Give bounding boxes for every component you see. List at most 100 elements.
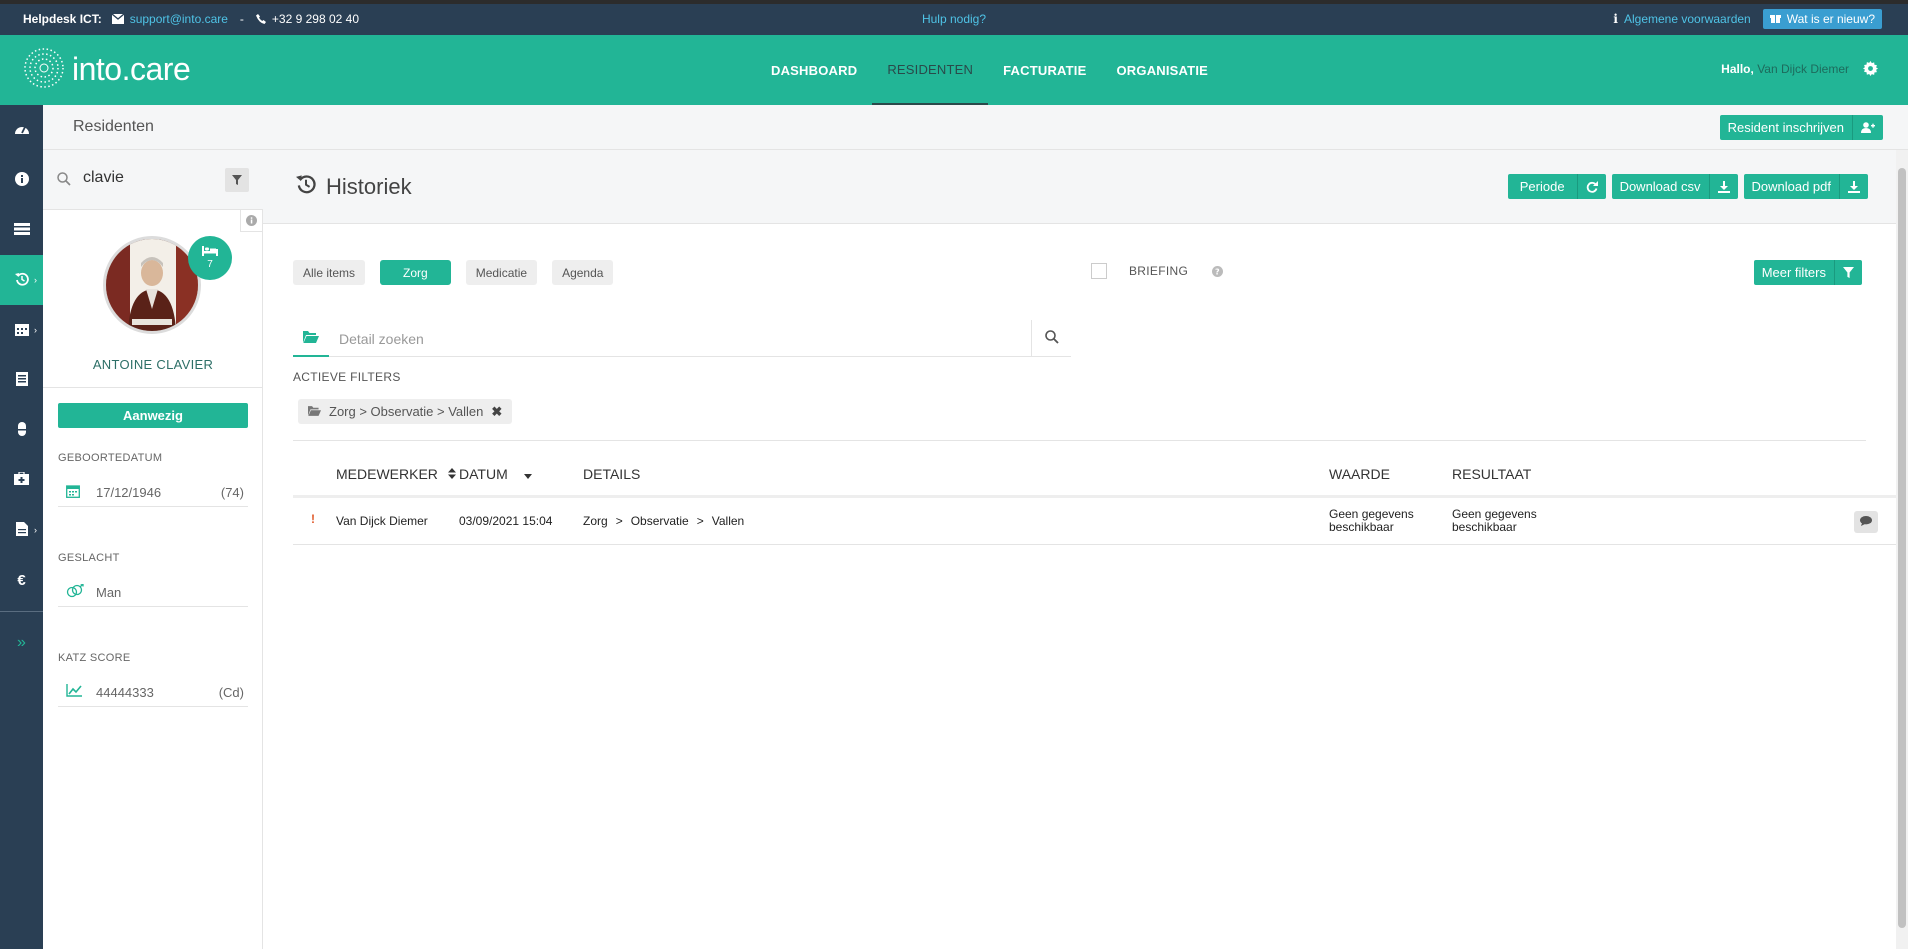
nav-residenten[interactable]: RESIDENTEN xyxy=(872,35,989,105)
close-icon[interactable]: ✖ xyxy=(491,404,502,420)
help-link[interactable]: Hulp nodig? xyxy=(922,12,986,26)
briefing-label: BRIEFING xyxy=(1129,264,1189,278)
username: Van Dijck Diemer xyxy=(1757,61,1849,76)
first-aid-icon xyxy=(14,471,29,488)
chip-medicatie[interactable]: Medicatie xyxy=(465,260,538,285)
download-icon xyxy=(1839,174,1868,199)
comment-button[interactable] xyxy=(1854,511,1878,533)
status-present-button[interactable]: Aanwezig xyxy=(58,403,248,428)
row-details: Zorg > Observatie > Vallen xyxy=(583,514,744,528)
svg-text:?: ? xyxy=(1215,267,1220,276)
info-icon xyxy=(246,213,257,229)
info-icon: i xyxy=(1613,12,1618,26)
filter-icon xyxy=(232,172,242,188)
detail-path-2: Observatie xyxy=(630,514,689,528)
help-icon[interactable]: ? xyxy=(1212,265,1224,277)
chevron-right-icon: › xyxy=(34,325,37,335)
rail-list[interactable] xyxy=(0,205,43,255)
warning-flag: ! xyxy=(311,512,315,526)
support-email-link[interactable]: support@into.care xyxy=(130,12,228,26)
period-button[interactable]: Periode xyxy=(1507,174,1606,199)
main-header: into.care DASHBOARD RESIDENTEN FACTURATI… xyxy=(0,35,1908,105)
col-date[interactable]: DATUM xyxy=(459,466,532,482)
terms-link[interactable]: Algemene voorwaarden xyxy=(1624,12,1751,26)
dashboard-icon xyxy=(14,122,30,139)
pill-icon xyxy=(17,421,26,439)
active-filter-text: Zorg > Observatie > Vallen xyxy=(329,404,484,419)
birthdate-label: GEBOORTEDATUM xyxy=(58,452,163,464)
filter-icon xyxy=(1834,260,1862,285)
helpdesk-bar: Helpdesk ICT: support@into.care - +32 9 … xyxy=(0,4,1908,35)
helpbar-right: i Algemene voorwaarden Wat is er nieuw? xyxy=(1613,9,1882,29)
detail-path-3: Vallen xyxy=(711,514,745,528)
table-divider xyxy=(293,440,1866,441)
rail-info[interactable] xyxy=(0,155,43,205)
sort-desc-icon xyxy=(523,466,532,482)
detail-path-1: Zorg xyxy=(583,514,608,528)
col-employee[interactable]: MEDEWERKER xyxy=(336,466,456,482)
user-menu: Hallo, Van Dijck Diemer xyxy=(1721,61,1878,76)
folder-button[interactable] xyxy=(293,320,329,357)
rail-medication[interactable] xyxy=(0,405,43,455)
resident-name: ANTOINE CLAVIER xyxy=(92,357,214,372)
row-value-line2: beschikbaar xyxy=(1329,520,1394,534)
detail-path-sep: > xyxy=(615,514,623,528)
row-result-line2: beschikbaar xyxy=(1452,520,1517,534)
rail-history[interactable]: › xyxy=(0,255,43,305)
phone-number: +32 9 298 02 40 xyxy=(271,12,360,26)
chip-alle-items[interactable]: Alle items xyxy=(293,260,366,285)
table-row[interactable]: ! Van Dijck Diemer 03/09/2021 15:04 Zorg… xyxy=(293,500,1908,545)
resident-search[interactable]: clavie xyxy=(43,150,263,210)
helpdesk-label: Helpdesk ICT: xyxy=(23,12,102,26)
gender-value: Man xyxy=(96,585,122,600)
scrollbar-thumb[interactable] xyxy=(1898,168,1906,928)
vertical-scrollbar[interactable] xyxy=(1896,150,1908,949)
resident-search-input[interactable]: clavie xyxy=(83,169,124,187)
enroll-resident-button[interactable]: Resident inschrijven xyxy=(1719,115,1883,140)
whats-new-button[interactable]: Wat is er nieuw? xyxy=(1762,9,1882,29)
download-csv-button[interactable]: Download csv xyxy=(1611,174,1738,199)
col-employee-label: MEDEWERKER xyxy=(336,466,438,482)
detail-search-button[interactable] xyxy=(1031,320,1071,357)
rail-expand[interactable]: » xyxy=(0,618,43,668)
greeting-label: Hallo, xyxy=(1721,61,1754,76)
bed-number: 7 xyxy=(207,259,213,270)
enroll-label: Resident inschrijven xyxy=(1727,120,1844,135)
nav-facturatie[interactable]: FACTURATIE xyxy=(988,35,1101,105)
filter-button[interactable] xyxy=(225,168,249,192)
comment-icon xyxy=(1860,515,1872,529)
chip-agenda[interactable]: Agenda xyxy=(552,260,614,285)
rail-first-aid[interactable] xyxy=(0,455,43,505)
row-value: Geen gegevens beschikbaar xyxy=(1329,508,1414,534)
briefing-checkbox[interactable] xyxy=(1091,263,1107,279)
history-content: Historiek Periode Download csv Download … xyxy=(263,150,1908,949)
page-titlebar: Residenten Resident inschrijven xyxy=(43,105,1908,150)
nav-dashboard[interactable]: DASHBOARD xyxy=(756,35,872,105)
resident-panel: clavie 7 ANTOINE CLAVIER Aanwezig GEBOOR… xyxy=(43,150,263,949)
gear-icon[interactable] xyxy=(1863,61,1878,76)
user-greeting[interactable]: Hallo, Van Dijck Diemer xyxy=(1721,62,1849,76)
download-pdf-button[interactable]: Download pdf xyxy=(1743,174,1868,199)
whats-new-label: Wat is er nieuw? xyxy=(1786,12,1875,26)
page-title: Residenten xyxy=(73,118,154,135)
rail-file[interactable]: › xyxy=(0,505,43,555)
calendar-icon xyxy=(66,484,80,501)
rail-billing[interactable]: € xyxy=(0,555,43,605)
more-filters-label: Meer filters xyxy=(1761,265,1826,280)
rail-dashboard[interactable] xyxy=(0,105,43,155)
rail-calendar[interactable]: › xyxy=(0,305,43,355)
rail-document[interactable] xyxy=(0,355,43,405)
birthdate-row: 17/12/1946 (74) xyxy=(58,477,248,507)
chip-zorg[interactable]: Zorg xyxy=(380,260,451,285)
row-result: Geen gegevens beschikbaar xyxy=(1452,508,1537,534)
nav-organisatie[interactable]: ORGANISATIE xyxy=(1101,35,1223,105)
folder-open-icon xyxy=(303,330,319,346)
search-icon xyxy=(57,172,71,189)
detail-search-input[interactable]: Detail zoeken xyxy=(339,331,424,347)
gender-label: GESLACHT xyxy=(58,552,120,564)
logo[interactable]: into.care xyxy=(22,46,191,93)
more-filters-button[interactable]: Meer filters xyxy=(1753,260,1862,285)
double-chevron-right-icon: » xyxy=(17,634,26,651)
line-chart-icon xyxy=(66,684,82,700)
resident-info-button[interactable] xyxy=(240,210,262,232)
